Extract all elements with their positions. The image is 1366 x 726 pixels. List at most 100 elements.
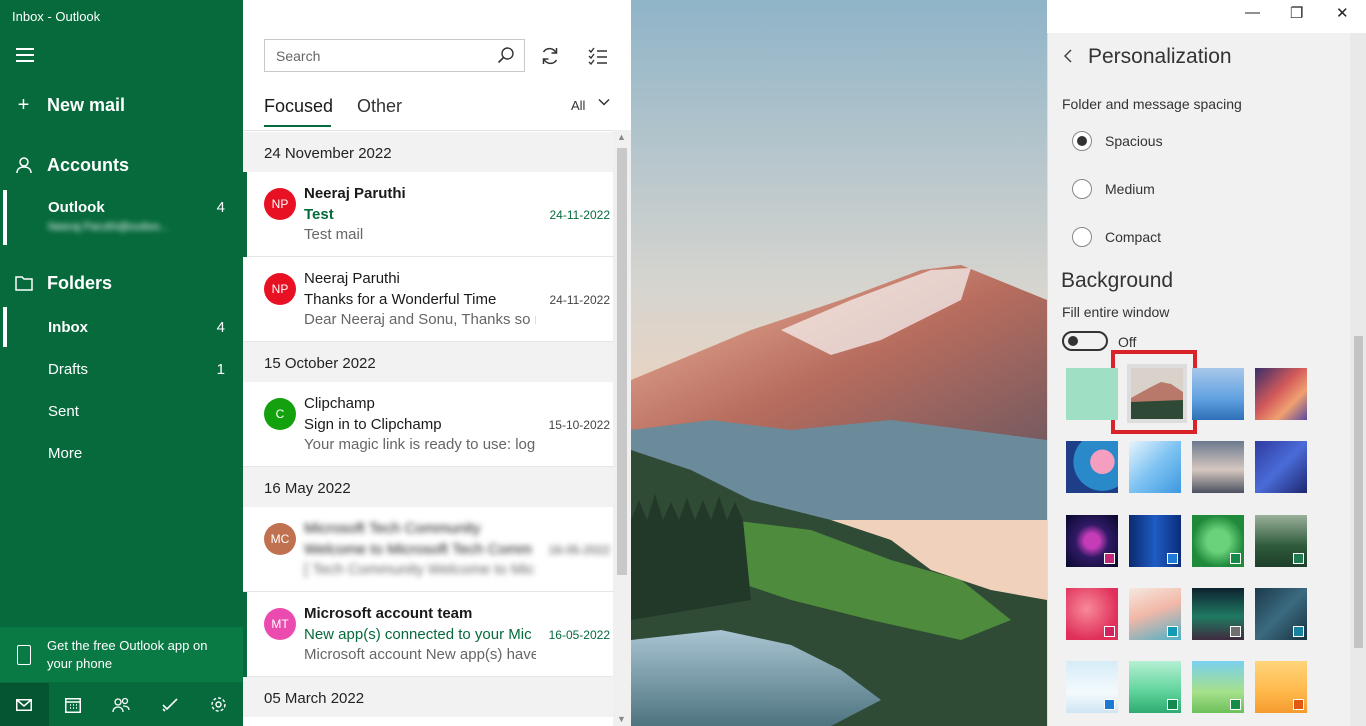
background-thumb-blue-abstract[interactable]	[1129, 515, 1181, 567]
message-date: 16-05-2022	[548, 628, 610, 642]
message-subject: Welcome to Microsoft Tech Comm	[304, 541, 532, 558]
radio-label-compact[interactable]: Compact	[1105, 229, 1161, 245]
phone-icon	[17, 644, 31, 665]
folders-heading[interactable]: Folders	[0, 270, 243, 296]
message-row[interactable]: NP Neeraj Paruthi Test Test mail 24-11-2…	[243, 172, 613, 257]
accounts-heading[interactable]: Accounts	[0, 152, 243, 178]
scroll-up-arrow[interactable]: ▲	[617, 132, 626, 142]
background-thumb-blue-geometric[interactable]	[1129, 441, 1181, 493]
message-row[interactable]: MC Microsoft Tech Community Welcome to M…	[243, 507, 613, 592]
message-subject: Test	[304, 206, 334, 223]
minimize-button[interactable]: —	[1245, 4, 1260, 21]
date-group-header: 16 May 2022	[243, 467, 613, 507]
message-row[interactable]: C Clipchamp Sign in to Clipchamp Your ma…	[243, 382, 613, 467]
search-box[interactable]: Search	[264, 39, 525, 72]
search-input[interactable]: Search	[276, 48, 320, 64]
new-mail-label: New mail	[47, 94, 126, 115]
background-thumb-green-hills[interactable]	[1129, 661, 1181, 713]
folder-label: Sent	[48, 403, 79, 420]
background-thumb-leaves[interactable]	[1255, 588, 1307, 640]
background-thumb-sunset[interactable]	[1192, 441, 1244, 493]
pane-title: Personalization	[1088, 45, 1232, 68]
message-date: 15-10-2022	[548, 418, 610, 432]
background-heading: Background	[1061, 269, 1174, 292]
message-sender: Neeraj Paruthi	[304, 185, 406, 202]
scroll-down-arrow[interactable]: ▼	[617, 714, 626, 724]
message-preview: [ Tech Community Welcome to Mic	[304, 561, 535, 578]
tab-other[interactable]: Other	[357, 96, 402, 117]
radio-medium[interactable]	[1072, 179, 1092, 199]
chevron-down-icon[interactable]	[598, 96, 610, 111]
background-thumb-meadow[interactable]	[1192, 661, 1244, 713]
message-preview: Your magic link is ready to use: log	[304, 436, 536, 453]
back-arrow-icon[interactable]	[1062, 46, 1074, 69]
folder-count: 1	[216, 361, 225, 378]
avatar: MT	[264, 608, 296, 640]
background-thumb-clover[interactable]	[1192, 515, 1244, 567]
close-button[interactable]: ✕	[1336, 4, 1349, 22]
pane-scrollbar[interactable]	[1350, 33, 1366, 726]
message-row[interactable]: MT Microsoft account team New app(s) con…	[243, 592, 613, 677]
get-app-promo[interactable]: Get the free Outlook app on your phone	[0, 627, 243, 682]
hamburger-menu-icon[interactable]	[16, 48, 34, 62]
date-group-header: 05 March 2022	[243, 677, 613, 717]
background-thumb-petals[interactable]	[1066, 588, 1118, 640]
todo-icon[interactable]	[146, 683, 195, 726]
unread-indicator	[243, 172, 247, 257]
radio-label-spacious[interactable]: Spacious	[1105, 133, 1163, 149]
calendar-icon[interactable]	[49, 683, 98, 726]
people-icon[interactable]	[97, 683, 146, 726]
accounts-label: Accounts	[47, 154, 130, 175]
folder-label: More	[48, 445, 83, 462]
background-thumb-forest[interactable]	[1255, 515, 1307, 567]
settings-icon[interactable]	[194, 683, 243, 726]
navigation-pane: Inbox - Outlook + New mail Accounts Outl…	[0, 0, 243, 726]
selection-indicator	[3, 190, 7, 245]
tab-focused[interactable]: Focused	[264, 96, 333, 117]
folder-label: Inbox	[48, 319, 88, 336]
pane-scroll-thumb[interactable]	[1354, 336, 1363, 648]
background-thumb-scarecrow[interactable]	[1255, 661, 1307, 713]
divider	[243, 130, 613, 131]
toggle-state-label: Off	[1118, 334, 1137, 350]
app-switcher	[0, 683, 243, 726]
message-preview: Dear Neeraj and Sonu, Thanks so m	[304, 311, 536, 328]
background-thumb-pastel-waves[interactable]	[1129, 588, 1181, 640]
search-icon[interactable]	[497, 46, 515, 64]
background-thumb-tree[interactable]	[1192, 368, 1244, 420]
scroll-thumb[interactable]	[617, 148, 627, 575]
radio-label-medium[interactable]: Medium	[1105, 181, 1155, 197]
folder-icon	[0, 275, 47, 291]
message-date: 16-05-2022	[548, 543, 610, 557]
radio-spacious[interactable]	[1072, 131, 1092, 151]
radio-compact[interactable]	[1072, 227, 1092, 247]
fill-window-toggle[interactable]	[1062, 331, 1108, 351]
background-thumb-canyon[interactable]	[1255, 368, 1307, 420]
focused-underline	[264, 125, 331, 127]
restore-button[interactable]: ❐	[1290, 4, 1303, 22]
filter-dropdown[interactable]: All	[571, 98, 585, 113]
person-icon	[0, 156, 47, 174]
sync-icon[interactable]	[538, 44, 562, 68]
avatar: NP	[264, 273, 296, 305]
account-unread-count: 4	[216, 199, 225, 216]
background-thumb-snowman[interactable]	[1066, 661, 1118, 713]
background-thumb-selected[interactable]	[1127, 364, 1187, 423]
background-thumb-blue-lines[interactable]	[1255, 441, 1307, 493]
message-subject: Sign in to Clipchamp	[304, 416, 442, 433]
mail-icon[interactable]	[0, 683, 49, 726]
personalization-pane: Personalization Folder and message spaci…	[1047, 33, 1366, 726]
background-thumb-waves[interactable]	[1066, 441, 1118, 493]
background-thumb-aurora[interactable]	[1192, 588, 1244, 640]
message-list-scrollbar[interactable]: ▲ ▼	[613, 130, 631, 726]
message-row[interactable]: NP Neeraj Paruthi Thanks for a Wonderful…	[243, 257, 613, 342]
date-group-header: 24 November 2022	[243, 132, 613, 172]
new-mail-button[interactable]: + New mail	[0, 92, 243, 118]
selection-mode-icon[interactable]	[586, 44, 610, 68]
background-thumb-mint[interactable]	[1066, 368, 1118, 420]
background-thumb-vortex[interactable]	[1066, 515, 1118, 567]
avatar: MC	[264, 523, 296, 555]
avatar: C	[264, 398, 296, 430]
message-preview: Test mail	[304, 226, 364, 243]
folder-label: Drafts	[48, 361, 89, 378]
